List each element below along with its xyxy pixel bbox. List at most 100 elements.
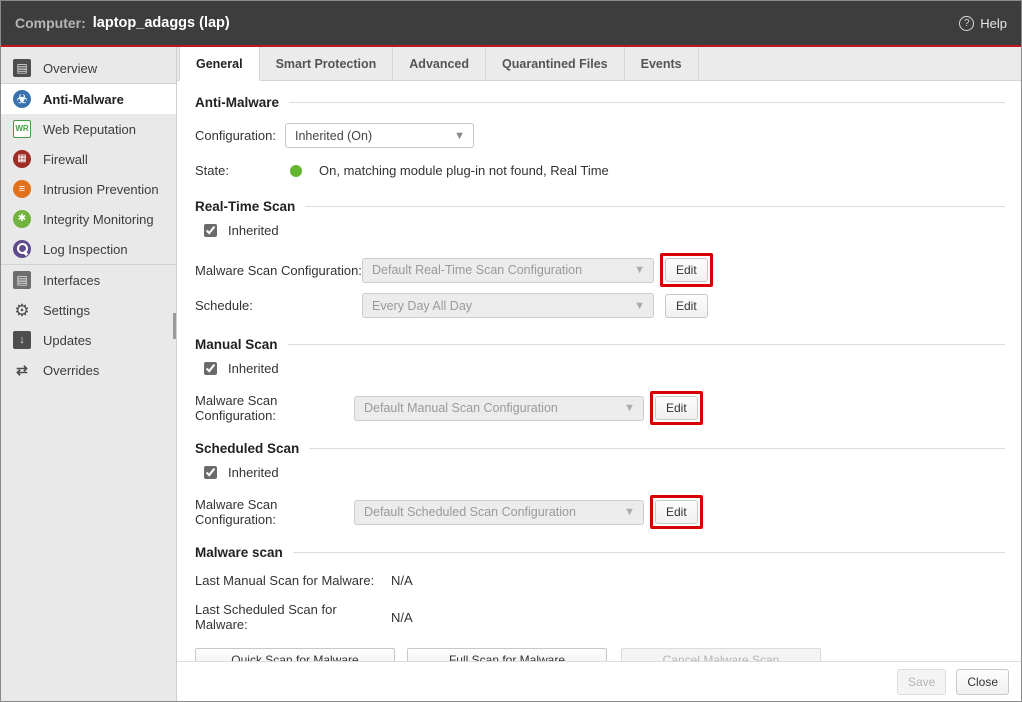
configuration-value: Inherited (On): [295, 129, 372, 143]
tab-events[interactable]: Events: [625, 47, 699, 80]
inherited-checkbox[interactable]: [204, 362, 217, 375]
section-manual-scan: Manual Scan: [195, 337, 1005, 352]
magnifier-icon: [13, 240, 31, 258]
inherited-checkbox[interactable]: [204, 224, 217, 237]
configuration-dropdown[interactable]: Inherited (On) ▼: [285, 123, 474, 148]
sidebar-item-label: Settings: [43, 303, 90, 318]
sidebar-item-label: Interfaces: [43, 273, 100, 288]
sidebar-item-label: Log Inspection: [43, 242, 128, 257]
configuration-label: Configuration:: [195, 128, 285, 143]
sidebar-item-log-inspection[interactable]: Log Inspection: [1, 234, 176, 264]
annotation-highlight-box: Edit: [660, 253, 713, 287]
shuffle-icon: ⇄: [13, 361, 31, 379]
sidebar-item-overview[interactable]: ▤ Overview: [1, 53, 176, 83]
tab-smart-protection[interactable]: Smart Protection: [260, 47, 394, 80]
annotation-highlight-box: Edit: [650, 391, 703, 425]
full-scan-button[interactable]: Full Scan for Malware: [407, 648, 607, 661]
sidebar-item-interfaces[interactable]: ▤ Interfaces: [1, 265, 176, 295]
computer-details-window: Computer: laptop_adaggs (lap) ? Help ▤ O…: [0, 0, 1022, 702]
chevron-down-icon: ▼: [634, 264, 645, 276]
cancel-scan-button[interactable]: Cancel Malware Scan: [621, 648, 821, 661]
inherited-checkbox[interactable]: [204, 466, 217, 479]
sidebar-item-firewall[interactable]: ▦ Firewall: [1, 144, 176, 174]
sidebar-item-label: Intrusion Prevention: [43, 182, 159, 197]
update-server-icon: ↓: [13, 331, 31, 349]
sidebar-item-label: Web Reputation: [43, 122, 136, 137]
tab-general[interactable]: General: [179, 47, 260, 81]
section-heading: Anti-Malware: [195, 95, 279, 110]
inherited-label: Inherited: [228, 223, 279, 238]
last-scheduled-scan-value: N/A: [391, 610, 413, 625]
tab-strip: General Smart Protection Advanced Quaran…: [177, 47, 1021, 81]
sidebar-item-anti-malware[interactable]: ☣ Anti-Malware: [1, 84, 176, 114]
chevron-down-icon: ▼: [624, 402, 635, 414]
shield-lines-icon: ≡: [13, 180, 31, 198]
save-button[interactable]: Save: [897, 669, 946, 695]
malware-scan-config-dropdown[interactable]: Default Manual Scan Configuration ▼: [354, 396, 644, 421]
sidebar-item-integrity-monitoring[interactable]: ✱ Integrity Monitoring: [1, 204, 176, 234]
inherited-label: Inherited: [228, 361, 279, 376]
schedule-dropdown[interactable]: Every Day All Day ▼: [362, 293, 654, 318]
state-value: On, matching module plug-in not found, R…: [319, 163, 609, 178]
chevron-down-icon: ▼: [624, 506, 635, 518]
sidebar-item-web-reputation[interactable]: WR Web Reputation: [1, 114, 176, 144]
sidebar-item-updates[interactable]: ↓ Updates: [1, 325, 176, 355]
section-scheduled-scan: Scheduled Scan: [195, 441, 1005, 456]
edit-malware-scan-config-button[interactable]: Edit: [665, 258, 708, 282]
tab-quarantined-files[interactable]: Quarantined Files: [486, 47, 625, 80]
quick-scan-button[interactable]: Quick Scan for Malware: [195, 648, 395, 661]
sidebar-item-intrusion-prevention[interactable]: ≡ Intrusion Prevention: [1, 174, 176, 204]
section-heading: Malware scan: [195, 545, 283, 560]
integrity-sphere-icon: ✱: [13, 210, 31, 228]
help-label: Help: [980, 16, 1007, 31]
malware-scan-config-value: Default Scheduled Scan Configuration: [364, 505, 576, 519]
malware-scan-config-label: Malware Scan Configuration:: [195, 263, 362, 278]
sidebar-item-label: Updates: [43, 333, 91, 348]
last-scheduled-scan-label: Last Scheduled Scan for Malware:: [195, 602, 391, 632]
general-tab-content: Anti-Malware Configuration: Inherited (O…: [177, 81, 1021, 661]
schedule-label: Schedule:: [195, 298, 362, 313]
sidebar-item-label: Anti-Malware: [43, 92, 124, 107]
sidebar-item-label: Overrides: [43, 363, 99, 378]
brick-wall-icon: ▦: [13, 150, 31, 168]
malware-scan-config-label: Malware Scan Configuration:: [195, 393, 354, 423]
help-button[interactable]: ? Help: [959, 16, 1007, 31]
state-label: State:: [195, 163, 290, 178]
biohazard-icon: ☣: [13, 90, 31, 108]
section-heading: Real-Time Scan: [195, 199, 295, 214]
schedule-value: Every Day All Day: [372, 299, 472, 313]
status-dot-green: [290, 165, 302, 177]
annotation-highlight-box: Edit: [650, 495, 703, 529]
sidebar-item-settings[interactable]: ⚙ Settings: [1, 295, 176, 325]
sidebar: ▤ Overview ☣ Anti-Malware WR Web Reputat…: [1, 47, 177, 701]
edit-malware-scan-config-button[interactable]: Edit: [655, 396, 698, 420]
malware-scan-config-dropdown[interactable]: Default Real-Time Scan Configuration ▼: [362, 258, 654, 283]
gear-icon: ⚙: [13, 301, 31, 319]
section-anti-malware: Anti-Malware: [195, 95, 1005, 110]
computer-label: Computer:: [15, 15, 86, 31]
sidebar-item-label: Integrity Monitoring: [43, 212, 154, 227]
last-manual-scan-label: Last Manual Scan for Malware:: [195, 573, 391, 588]
wr-badge-icon: WR: [13, 120, 31, 138]
server-icon: ▤: [13, 59, 31, 77]
tab-advanced[interactable]: Advanced: [393, 47, 486, 80]
chevron-down-icon: ▼: [454, 130, 465, 142]
malware-scan-config-label: Malware Scan Configuration:: [195, 497, 354, 527]
section-malware-scan: Malware scan: [195, 545, 1005, 560]
edit-schedule-button[interactable]: Edit: [665, 294, 708, 318]
last-manual-scan-value: N/A: [391, 573, 413, 588]
malware-scan-config-value: Default Real-Time Scan Configuration: [372, 263, 582, 277]
titlebar: Computer: laptop_adaggs (lap) ? Help: [1, 1, 1021, 45]
inherited-label: Inherited: [228, 465, 279, 480]
network-card-icon: ▤: [13, 271, 31, 289]
sidebar-item-overrides[interactable]: ⇄ Overrides: [1, 355, 176, 385]
edit-malware-scan-config-button[interactable]: Edit: [655, 500, 698, 524]
sidebar-item-label: Firewall: [43, 152, 88, 167]
section-heading: Manual Scan: [195, 337, 278, 352]
chevron-down-icon: ▼: [634, 300, 645, 312]
sidebar-scrollbar-thumb[interactable]: [173, 313, 176, 339]
malware-scan-config-value: Default Manual Scan Configuration: [364, 401, 558, 415]
close-button[interactable]: Close: [956, 669, 1009, 695]
section-heading: Scheduled Scan: [195, 441, 299, 456]
malware-scan-config-dropdown[interactable]: Default Scheduled Scan Configuration ▼: [354, 500, 644, 525]
